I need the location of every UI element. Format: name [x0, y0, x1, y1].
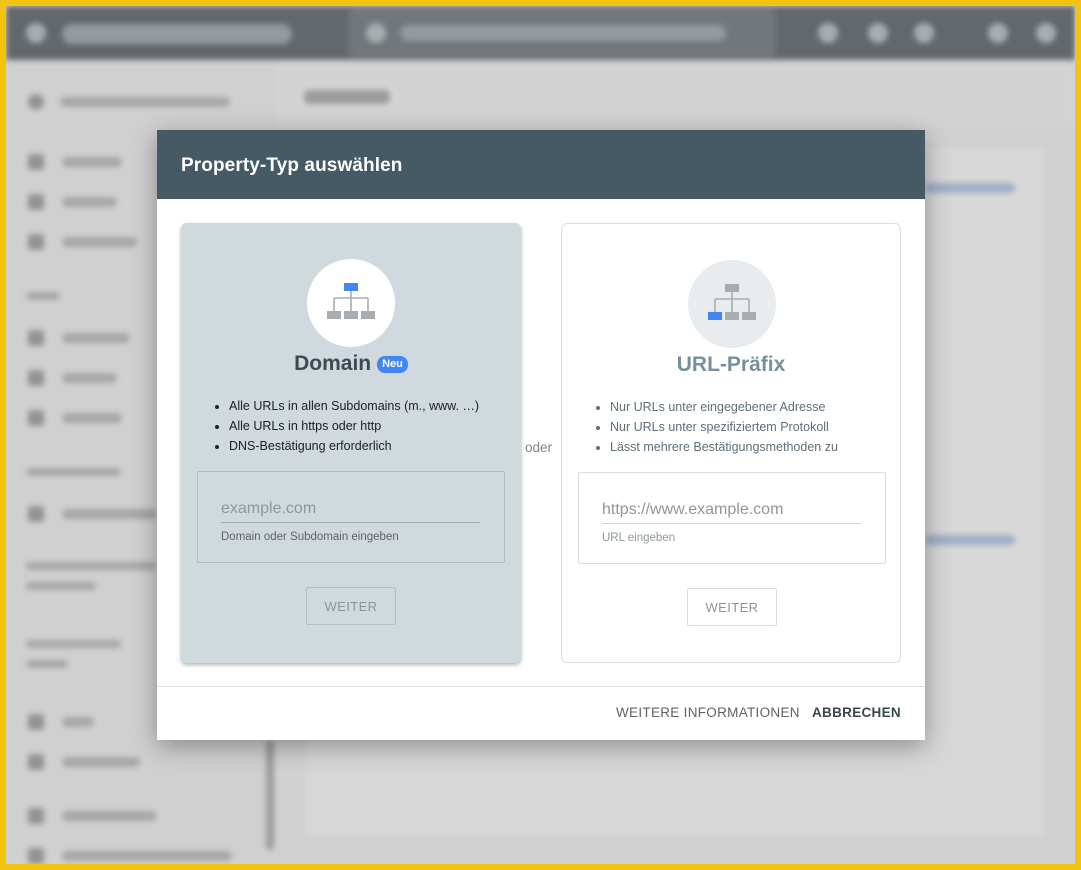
new-badge: Neu	[377, 356, 408, 373]
or-separator: oder	[525, 440, 553, 455]
domain-icon-circle	[307, 259, 395, 347]
url-input[interactable]	[602, 497, 861, 524]
app-frame: Property-Typ auswählen Domain Neu Alle UR…	[6, 6, 1075, 864]
url-prefix-continue-button[interactable]: WEITER	[687, 588, 777, 626]
domain-helper-text: Domain oder Subdomain eingeben	[221, 531, 399, 543]
url-helper-text: URL eingeben	[602, 532, 676, 544]
property-type-dialog: Property-Typ auswählen Domain Neu Alle UR…	[157, 130, 925, 740]
feature-item: DNS-Bestätigung erforderlich	[229, 436, 479, 456]
url-prefix-option-card[interactable]: URL-Präfix Nur URLs unter eingegebener A…	[561, 223, 901, 663]
feature-item: Lässt mehrere Bestätigungsmethoden zu	[610, 437, 838, 457]
feature-item: Nur URLs unter spezifiziertem Protokoll	[610, 417, 838, 437]
sitemap-icon	[327, 283, 375, 319]
url-input-box: URL eingeben	[578, 472, 886, 564]
feature-item: Nur URLs unter eingegebener Adresse	[610, 397, 838, 417]
domain-input[interactable]	[221, 496, 480, 523]
dialog-footer: WEITERE INFORMATIONEN ABBRECHEN	[157, 686, 925, 741]
domain-title: Domain Neu	[181, 352, 521, 376]
feature-item: Alle URLs in https oder http	[229, 416, 479, 436]
domain-feature-list: Alle URLs in allen Subdomains (m., www. …	[209, 396, 479, 456]
domain-title-text: Domain	[294, 352, 372, 375]
sitemap-icon	[708, 284, 756, 320]
domain-continue-button[interactable]: WEITER	[306, 587, 396, 625]
domain-option-card[interactable]: Domain Neu Alle URLs in allen Subdomains …	[181, 223, 521, 663]
url-prefix-feature-list: Nur URLs unter eingegebener Adresse Nur …	[590, 397, 838, 457]
url-prefix-title: URL-Präfix	[676, 353, 786, 376]
domain-input-box: Domain oder Subdomain eingeben	[197, 471, 505, 563]
dialog-header: Property-Typ auswählen	[157, 130, 925, 199]
feature-item: Alle URLs in allen Subdomains (m., www. …	[229, 396, 479, 416]
url-prefix-icon-circle	[688, 260, 776, 348]
dialog-title: Property-Typ auswählen	[181, 155, 403, 176]
more-info-button[interactable]: WEITERE INFORMATIONEN	[616, 705, 800, 720]
cancel-button[interactable]: ABBRECHEN	[812, 705, 901, 720]
